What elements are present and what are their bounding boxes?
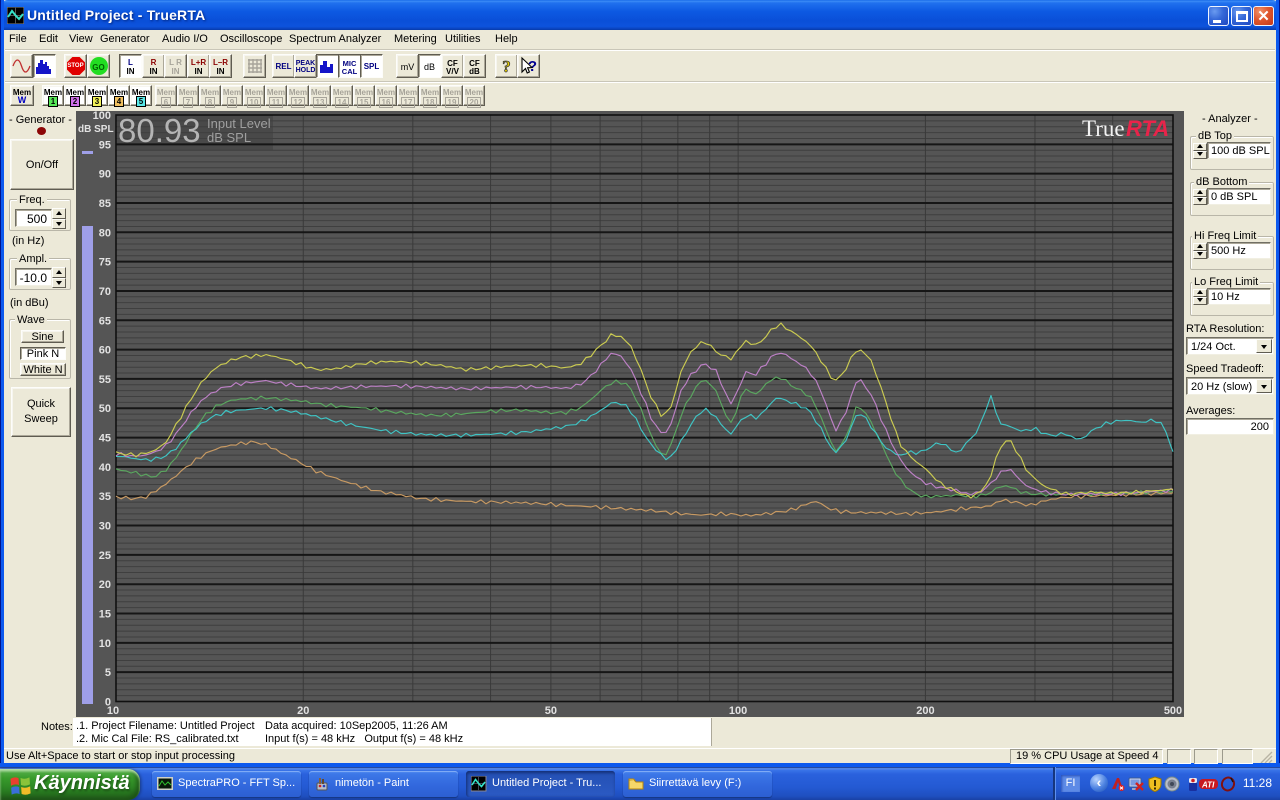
svg-text:80: 80 [99, 227, 111, 239]
svg-text:90: 90 [99, 169, 111, 181]
svg-text:75: 75 [99, 257, 111, 269]
svg-text:Input Level: Input Level [207, 116, 271, 131]
svg-text:10: 10 [107, 705, 119, 717]
svg-text:dB SPL: dB SPL [78, 124, 114, 135]
svg-text:30: 30 [99, 521, 111, 533]
svg-text:200: 200 [916, 705, 934, 717]
svg-text:60: 60 [99, 345, 111, 357]
svg-text:5: 5 [105, 667, 111, 679]
svg-text:500: 500 [1164, 705, 1182, 717]
svg-text:20: 20 [99, 579, 111, 591]
svg-text:100: 100 [93, 111, 111, 122]
svg-text:35: 35 [99, 491, 111, 503]
svg-text:70: 70 [99, 286, 111, 298]
svg-text:20: 20 [297, 705, 309, 717]
svg-text:15: 15 [99, 609, 111, 621]
svg-text:85: 85 [99, 198, 111, 210]
svg-text:55: 55 [99, 374, 111, 386]
svg-text:25: 25 [99, 550, 111, 562]
svg-text:45: 45 [99, 433, 111, 445]
svg-text:50: 50 [545, 705, 557, 717]
svg-text:True: True [1082, 116, 1125, 141]
svg-text:RTA: RTA [1126, 116, 1169, 141]
svg-text:65: 65 [99, 315, 111, 327]
svg-text:ATI: ATI [1201, 781, 1215, 790]
svg-text:80.93: 80.93 [118, 112, 201, 149]
svg-text:95: 95 [99, 139, 111, 151]
svg-text:?: ? [502, 57, 511, 76]
svg-text:dB SPL: dB SPL [207, 130, 251, 145]
svg-text:100: 100 [729, 705, 747, 717]
svg-text:50: 50 [99, 403, 111, 415]
svg-text:10: 10 [99, 638, 111, 650]
svg-text:40: 40 [99, 462, 111, 474]
